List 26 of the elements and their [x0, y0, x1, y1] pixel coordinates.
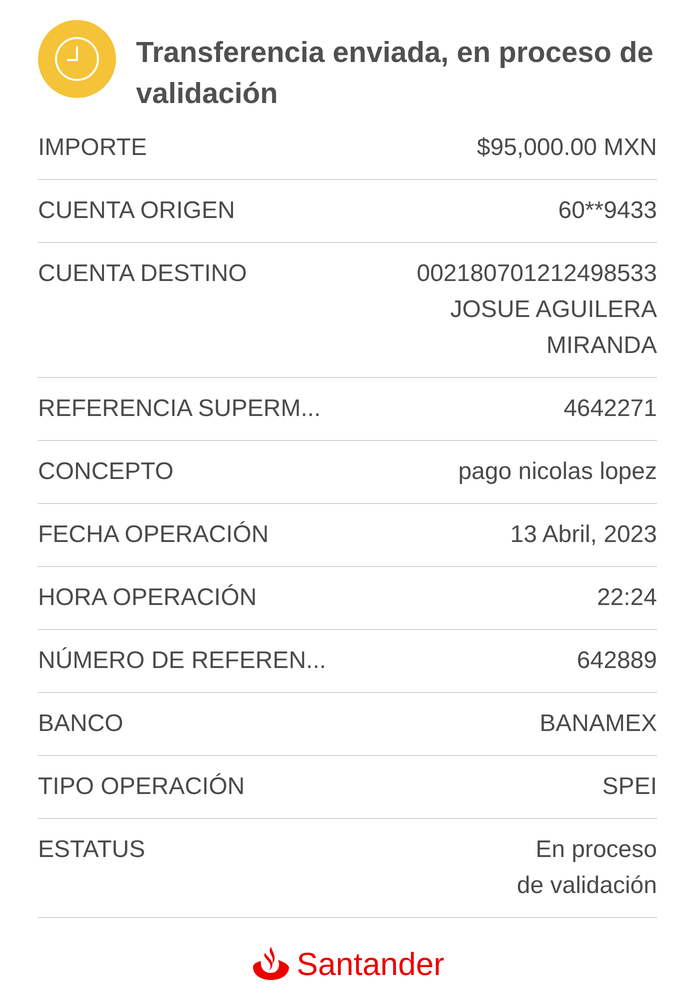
field-label: REFERENCIA SUPERM...: [38, 394, 321, 424]
field-label: FECHA OPERACIÓN: [38, 520, 269, 550]
field-label: CUENTA DESTINO: [38, 259, 247, 289]
field-label: IMPORTE: [38, 133, 147, 163]
field-value: pago nicolas lopez: [458, 457, 657, 487]
field-value: 002180701212498533 JOSUE AGUILERA MIRANDA: [416, 259, 657, 361]
field-label: TIPO OPERACIÓN: [38, 772, 245, 802]
field-label: HORA OPERACIÓN: [38, 583, 257, 613]
field-value: 642889: [576, 646, 657, 676]
field-label: CONCEPTO: [38, 457, 174, 487]
field-value: 60**9433: [558, 196, 657, 226]
field-value: SPEI: [602, 772, 657, 802]
field-label: NÚMERO DE REFEREN...: [38, 646, 326, 676]
field-label: CUENTA ORIGEN: [38, 196, 235, 226]
field-value: En proceso de validación: [516, 835, 657, 901]
status-title: Transferencia enviada, en proceso de validación: [136, 36, 654, 112]
brand-logo-text: Santander: [296, 946, 444, 982]
field-value: $95,000.00 MXN: [476, 133, 657, 163]
flame-logo-icon: [250, 947, 291, 981]
field-value: BANAMEX: [540, 709, 657, 739]
field-value: 13 Abril, 2023: [510, 520, 657, 550]
field-value: 22:24: [596, 583, 657, 613]
field-label: BANCO: [38, 709, 124, 739]
field-value: 4642271: [564, 394, 657, 424]
field-label: ESTATUS: [38, 835, 146, 865]
clock-icon: [38, 20, 116, 98]
